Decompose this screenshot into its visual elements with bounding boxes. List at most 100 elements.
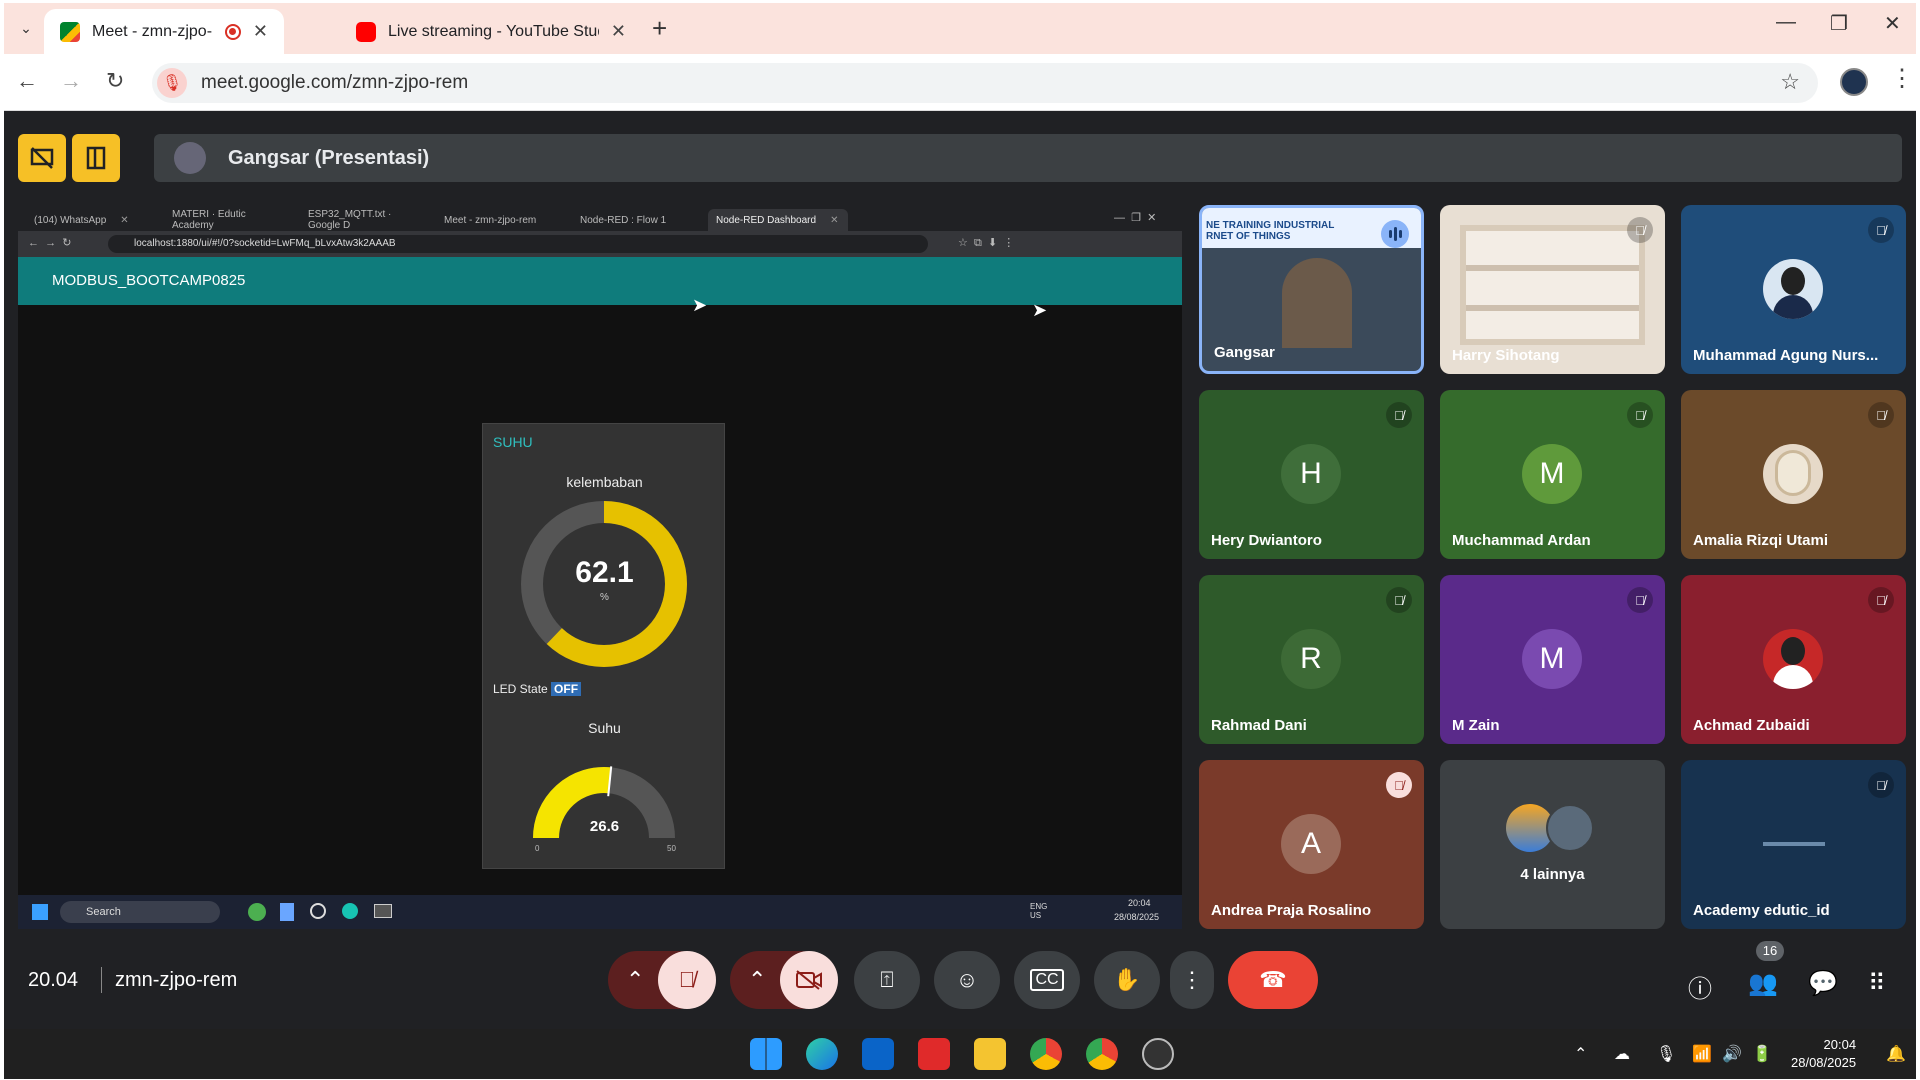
participant-tile-amalia[interactable]: 🎙̸ Amalia Rizqi Utami [1681,390,1906,559]
wps-app-icon[interactable] [918,1038,950,1070]
browser-menu-icon[interactable]: ⋮ [1890,64,1914,93]
shared-nav-icons: ← → ↻ [28,237,72,249]
participant-tile-hery[interactable]: H 🎙̸ Hery Dwiantoro [1199,390,1424,559]
shared-tab-active: Node-RED Dashboard ✕ [708,209,848,231]
microphone-icon[interactable]: 🎙 [1656,1044,1676,1064]
participant-avatar [1763,629,1823,689]
layout-icon [86,146,106,170]
raise-hand-button[interactable]: ✋ [1094,951,1160,1009]
background-shelves [1460,225,1645,345]
presentation-toggle-button[interactable] [18,134,66,182]
humidity-unit: % [600,592,609,603]
close-window-icon[interactable]: ✕ [1884,11,1901,36]
mouse-cursor-icon: ➤ [1032,300,1048,320]
participant-name: Amalia Rizqi Utami [1693,532,1829,549]
present-screen-button[interactable]: ⍐ [854,951,920,1009]
shared-url-text: localhost:1880/ui/#!/0?socketid=LwFMq_bL… [108,235,928,253]
muted-mic-icon: 🎙̸ [1386,587,1412,613]
shared-address-bar: ← → ↻ localhost:1880/ui/#!/0?socketid=Lw… [18,231,1182,257]
participant-tile-muchammad[interactable]: M 🎙̸ Muchammad Ardan [1440,390,1665,559]
captions-icon: CC [1030,969,1064,991]
leave-call-button[interactable]: ☎ [1228,951,1318,1009]
onedrive-icon[interactable]: ☁ [1614,1044,1630,1064]
reload-icon[interactable]: ↻ [106,68,124,94]
meet-top-bar: Gangsar (Presentasi) [4,111,1916,188]
chat-icon[interactable]: 💬 [1808,969,1838,998]
participant-name: M Zain [1452,717,1500,734]
participant-tile-rahmad[interactable]: R 🎙̸ Rahmad Dani [1199,575,1424,744]
participant-tile-muhammad[interactable]: 🎙̸ Muhammad Agung Nurs... [1681,205,1906,374]
group-title: SUHU [493,434,533,450]
meeting-info-icon[interactable]: ⓘ [1688,969,1712,1004]
mic-toggle-button[interactable]: 🎙̸ [658,951,716,1009]
new-tab-icon[interactable]: + [652,13,667,44]
address-bar[interactable]: 🎙 meet.google.com/zmn-zjpo-rem ☆ [152,63,1818,103]
show-hidden-icons-icon[interactable]: ⌃ [1574,1044,1587,1064]
battery-icon[interactable]: 🔋 [1752,1044,1772,1064]
browser-tab-strip: ⌄ Meet - zmn-zjpo-rem ✕ Live streaming -… [4,3,1916,54]
divider [101,967,102,993]
screen: ⌄ Meet - zmn-zjpo-rem ✕ Live streaming -… [4,3,1916,1079]
chrome-app-icon[interactable] [1086,1038,1118,1070]
shared-tab-label: Node-RED Dashboard [716,214,817,226]
forward-icon[interactable]: → [60,68,82,94]
file-explorer-icon[interactable] [974,1038,1006,1070]
tab-meet-title: Meet - zmn-zjpo-rem [92,22,213,40]
emoji-icon: ☺ [955,967,979,992]
shared-tab: MATERI · Edutic Academy [164,209,294,231]
mic-in-use-icon[interactable]: 🎙 [157,68,187,98]
shared-tab-label: MATERI · Edutic Academy [172,209,246,231]
participant-tile-harry[interactable]: 🎙̸ Harry Sihotang [1440,205,1665,374]
captions-button[interactable]: CC [1014,951,1080,1009]
profile-avatar[interactable] [1840,68,1868,96]
shared-tab: Meet - zmn-zjpo-rem [436,209,566,231]
participant-name: Hery Dwiantoro [1211,532,1322,549]
participant-tile-others[interactable]: 4 lainnya [1440,760,1665,929]
bookmark-star-icon[interactable]: ☆ [1780,69,1800,95]
camera-toggle-button[interactable] [780,951,838,1009]
shared-toolbar-icons: ☆ ⧉ ⬇ ⋮ [958,237,1015,249]
people-icon[interactable]: 👥 [1748,969,1778,998]
participant-tile-achmad[interactable]: 🎙̸ Achmad Zubaidi [1681,575,1906,744]
shared-lang-indicator: ENG US [1030,902,1048,920]
volume-icon[interactable]: 🔊 [1722,1044,1742,1064]
windows-start-icon[interactable] [750,1038,782,1070]
participant-name: Muhammad Agung Nurs... [1693,347,1879,364]
participant-count-badge: 16 [1756,941,1784,961]
back-icon[interactable]: ← [16,68,38,94]
participant-tile-andrea[interactable]: A 🎙̸ Andrea Praja Rosalino [1199,760,1424,929]
minimize-icon[interactable]: — [1776,11,1796,34]
chrome-app-icon[interactable] [1030,1038,1062,1070]
close-tab-icon[interactable]: ✕ [253,21,268,42]
edge-app-icon[interactable] [806,1038,838,1070]
camera-off-icon [796,970,822,990]
participant-tile-mzain[interactable]: M 🎙̸ M Zain [1440,575,1665,744]
participant-name: Gangsar [1214,344,1275,361]
close-tab-icon[interactable]: ✕ [611,21,626,42]
app-icon[interactable] [1142,1038,1174,1070]
led-state: LED State OFF [493,682,582,696]
more-options-button[interactable]: ⋮ [1170,951,1214,1009]
terminal-app-icon [374,904,392,918]
participant-tile-academy[interactable]: 🎙̸ Academy edutic_id [1681,760,1906,929]
outlook-app-icon[interactable] [862,1038,894,1070]
restore-icon[interactable]: ❐ [1830,11,1848,36]
participant-tile-gangsar[interactable]: NE TRAINING INDUSTRIAL RNET OF THINGS Gan… [1199,205,1424,374]
shared-windows-taskbar: Search ENG US 20:04 28/08/2025 [18,895,1182,929]
layout-button[interactable] [72,134,120,182]
tab-youtube-studio[interactable]: Live streaming - YouTube Studi ✕ [340,9,642,54]
activities-grid-icon[interactable]: ⠿ [1868,969,1886,998]
tab-search-dropdown-icon[interactable]: ⌄ [12,14,40,42]
url-text[interactable]: meet.google.com/zmn-zjpo-rem [201,72,468,94]
shared-window-controls: — ❐ ✕ [1114,212,1157,224]
muted-mic-icon: 🎙̸ [1386,402,1412,428]
tab-meet[interactable]: Meet - zmn-zjpo-rem ✕ [44,9,284,54]
shared-tab: ESP32_MQTT.txt · Google D [300,209,430,231]
notifications-icon[interactable]: 🔔 [1886,1044,1906,1064]
logo-mark [1763,842,1825,846]
system-clock[interactable]: 20:04 28/08/2025 [1791,1036,1856,1072]
wifi-icon[interactable]: 📶 [1692,1044,1712,1064]
emoji-reactions-button[interactable]: ☺ [934,951,1000,1009]
presenter-avatar [174,142,206,174]
meeting-code: zmn-zjpo-rem [115,969,238,991]
